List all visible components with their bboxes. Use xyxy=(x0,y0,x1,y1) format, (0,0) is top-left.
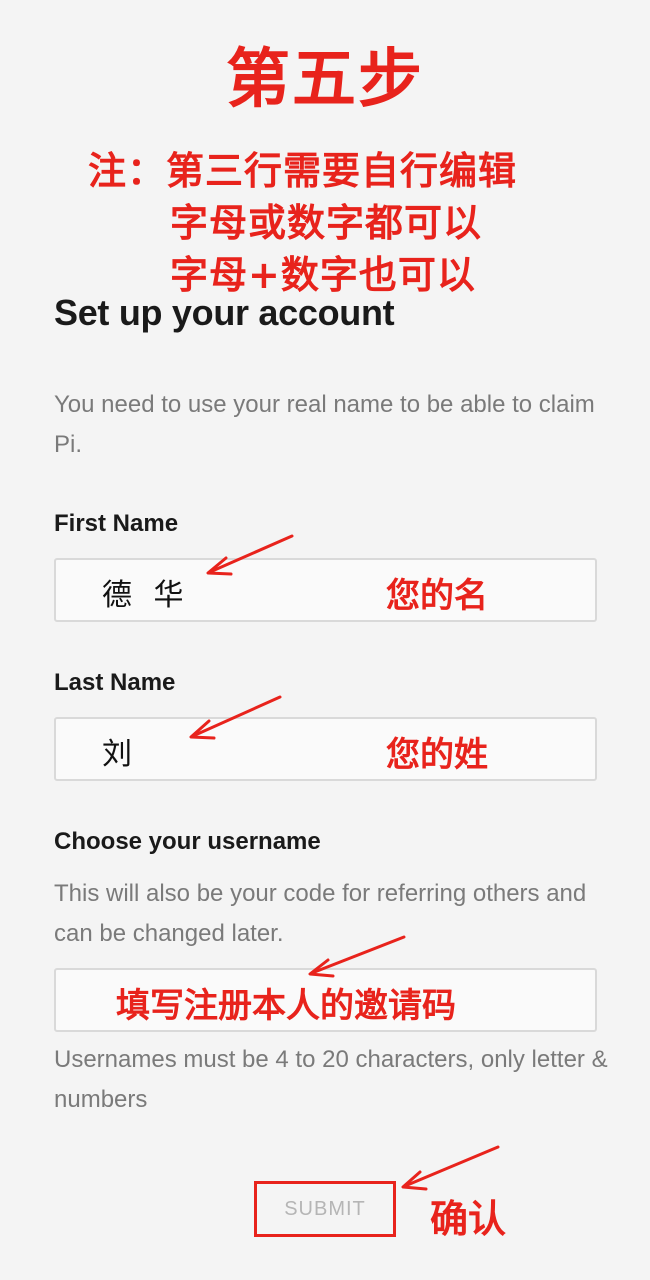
arrow-username xyxy=(310,935,406,975)
arrow-last-name xyxy=(191,695,282,738)
annotation-arrows xyxy=(189,534,500,1191)
arrow-first-name-head xyxy=(206,556,233,576)
screen: { "annotations": { "step_title": "第五步", … xyxy=(0,0,650,1280)
arrow-first-name xyxy=(208,534,294,574)
arrow-submit xyxy=(403,1145,500,1188)
